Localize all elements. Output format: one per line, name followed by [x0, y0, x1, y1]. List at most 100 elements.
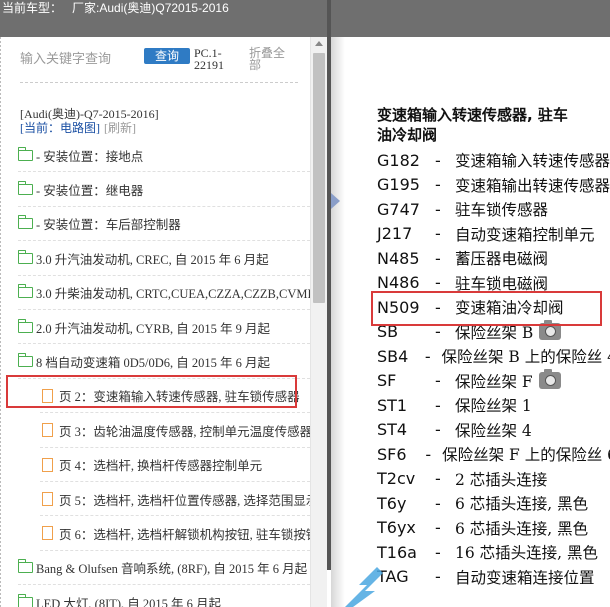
folder-icon [18, 181, 33, 196]
search-input[interactable] [20, 51, 140, 66]
legend-code: ST1 [377, 395, 408, 415]
folder-icon [18, 249, 33, 264]
legend-row: T2cv -2 芯插头连接 [377, 467, 610, 492]
legend-description: 6 芯插头连接, 黑色 [455, 495, 589, 514]
legend-dash: - [435, 224, 441, 244]
tree-node-rear-controllers[interactable]: - 安装位置：车后部控制器 [18, 207, 310, 242]
legend-dash: - [425, 444, 432, 464]
panel-edge [0, 37, 1, 607]
page-icon [42, 526, 53, 541]
legend-code: T6y [377, 493, 407, 513]
legend-row: T6yx -6 芯插头连接, 黑色 [377, 516, 610, 541]
highlight-box [371, 291, 602, 326]
legend-row: G747- 驻车锁传感器 [377, 197, 610, 222]
legend-code: G182 [377, 150, 420, 170]
folder-icon [18, 318, 33, 333]
legend-description: 蓄压器电磁阀 [455, 250, 549, 269]
folder-icon [18, 559, 33, 574]
legend-code: ST4 [377, 420, 408, 440]
page-icon [42, 457, 53, 472]
legend-dash: - [435, 542, 441, 562]
page-icon [42, 423, 53, 438]
scroll-up-arrow-icon[interactable] [315, 41, 323, 46]
search-button[interactable]: 查询 [144, 48, 190, 64]
tree-page-5[interactable]: 页 5：选档杆, 选档杆位置传感器, 选择范围显示 [18, 482, 310, 517]
legend-dash: - [435, 518, 441, 538]
legend-row: G195- 变速箱输出转速传感器 [377, 173, 610, 198]
legend-description: 自动变速箱连接位置 [455, 568, 595, 587]
model-label: 当前车型： [2, 1, 63, 15]
legend-dash: - [424, 346, 431, 366]
pc-code: PC.1-22191 [194, 46, 224, 72]
folder-icon [18, 593, 33, 607]
legend-dash: - [435, 199, 441, 219]
legend-code: G747 [377, 199, 420, 219]
legend-description: 变速箱输出转速传感器 [455, 176, 610, 195]
component-legend: G182- 变速箱输入转速传感器 G195- 变速箱输出转速传感器 G747- 驻车锁传感… [377, 148, 610, 589]
legend-code: SB4 [377, 346, 409, 366]
legend-dash: - [435, 150, 441, 170]
tree-node-relays[interactable]: - 安装位置：继电器 [18, 172, 310, 207]
legend-row: TAG - 自动变速箱连接位置 [377, 565, 610, 590]
legend-dash: - [435, 395, 441, 415]
legend-code: SF [377, 371, 397, 391]
title-bar: 当前车型： 厂家:Audi(奥迪)Q72015-2016 [0, 0, 610, 37]
legend-code: J217 [377, 224, 413, 244]
left-panel: 查询 PC.1-22191 折叠全部 [Audi(奥迪)-Q7-2015-201… [0, 37, 328, 607]
legend-code: G195 [377, 175, 420, 195]
left-scrollbar[interactable] [310, 37, 327, 607]
collapse-arrow-icon[interactable] [331, 193, 340, 209]
tree-node-ground-points[interactable]: - 安装位置：接地点 [18, 138, 310, 173]
legend-code: T6yx [377, 518, 416, 538]
tree-node-led-headlights[interactable]: LED 大灯, (8IT), 自 2015 年 6 月起 [18, 585, 310, 607]
breadcrumb-current: [当前：电路图] [20, 121, 100, 135]
page-icon [42, 492, 53, 507]
legend-dash: - [435, 248, 441, 268]
tree-view: - 安装位置：接地点 - 安装位置：继电器 - 安装位置：车后部控制器 3.0 … [18, 138, 310, 607]
tree-page-4[interactable]: 页 4：选档杆, 换档杆传感器控制单元 [18, 448, 310, 482]
legend-description: 自动变速箱控制单元 [455, 225, 595, 244]
legend-dash: - [435, 567, 441, 587]
tree-page-3[interactable]: 页 3：齿轮油温度传感器, 控制单元温度传感器 [18, 413, 310, 448]
legend-description: 驻车锁传感器 [455, 201, 549, 220]
legend-row: SF - 保险丝架 F [377, 369, 610, 394]
legend-description: 6 芯插头连接, 黑色 [455, 519, 589, 538]
legend-row: SB4- 保险丝架 B 上的保险丝 4 [377, 344, 610, 369]
legend-row: T16a -16 芯插头连接, 黑色 [377, 540, 610, 565]
tree-node-3-0-diesel[interactable]: 3.0 升柴油发动机, CRTC,CUEA,CZZA,CZZB,CVMD [18, 276, 310, 310]
tree-node-2-0-petrol[interactable]: 2.0 升汽油发动机, CYRB, 自 2015 年 9 月起 [18, 310, 310, 345]
legend-description: 2 芯插头连接 [455, 470, 548, 489]
camera-icon[interactable] [538, 369, 561, 390]
legend-row: N485- 蓄压器电磁阀 [377, 246, 610, 271]
tree-page-6[interactable]: 页 6：选档杆, 选档杆解锁机构按钮, 驻车锁按钮 [18, 516, 310, 551]
breadcrumb-path: [Audi(奥迪)-Q7-2015-2016] [20, 107, 159, 121]
selection-highlight [6, 375, 297, 408]
model-name: 厂家:Audi(奥迪)Q72015-2016 [72, 1, 229, 15]
collapse-all-link[interactable]: 折叠全部 [249, 47, 289, 71]
legend-code: T2cv [377, 469, 416, 489]
separator [20, 82, 298, 83]
tree-node-bang-olufsen[interactable]: Bang & Olufsen 音响系统, (8RF), 自 2015 年 6 月… [18, 551, 310, 586]
legend-dash: - [435, 469, 441, 489]
refresh-link[interactable]: [刷新] [104, 121, 136, 135]
legend-row: SF6- 保险丝架 F 上的保险丝 6 [377, 442, 610, 467]
pane-shadow [331, 37, 345, 607]
tree-node-8-speed-gearbox[interactable]: 8 档自动变速箱 0D5/0D6, 自 2015 年 6 月起 [18, 344, 310, 379]
document-panel: 变速箱输入转速传感器, 驻车 油冷却阀 G182- 变速箱输入转速传感器 G195-… [331, 37, 610, 607]
folder-icon [18, 146, 33, 161]
legend-row: J217 - 自动变速箱控制单元 [377, 222, 610, 247]
legend-row: T6y -6 芯插头连接, 黑色 [377, 491, 610, 516]
tree-node-3-0-petrol[interactable]: 3.0 升汽油发动机, CREC, 自 2015 年 6 月起 [18, 241, 310, 276]
legend-row: G182- 变速箱输入转速传感器 [377, 148, 610, 173]
legend-dash: - [435, 175, 441, 195]
legend-description: 保险丝架 F [455, 372, 533, 391]
legend-description: 保险丝架 F 上的保险丝 6 [442, 446, 610, 465]
scroll-thumb[interactable] [313, 53, 325, 303]
legend-code: SF6 [377, 444, 407, 464]
legend-description: 保险丝架 1 [455, 397, 532, 416]
folder-icon [18, 215, 33, 230]
legend-description: 保险丝架 4 [455, 421, 532, 440]
legend-dash: - [435, 371, 441, 391]
legend-row: ST1 - 保险丝架 1 [377, 393, 610, 418]
folder-icon [18, 284, 33, 299]
